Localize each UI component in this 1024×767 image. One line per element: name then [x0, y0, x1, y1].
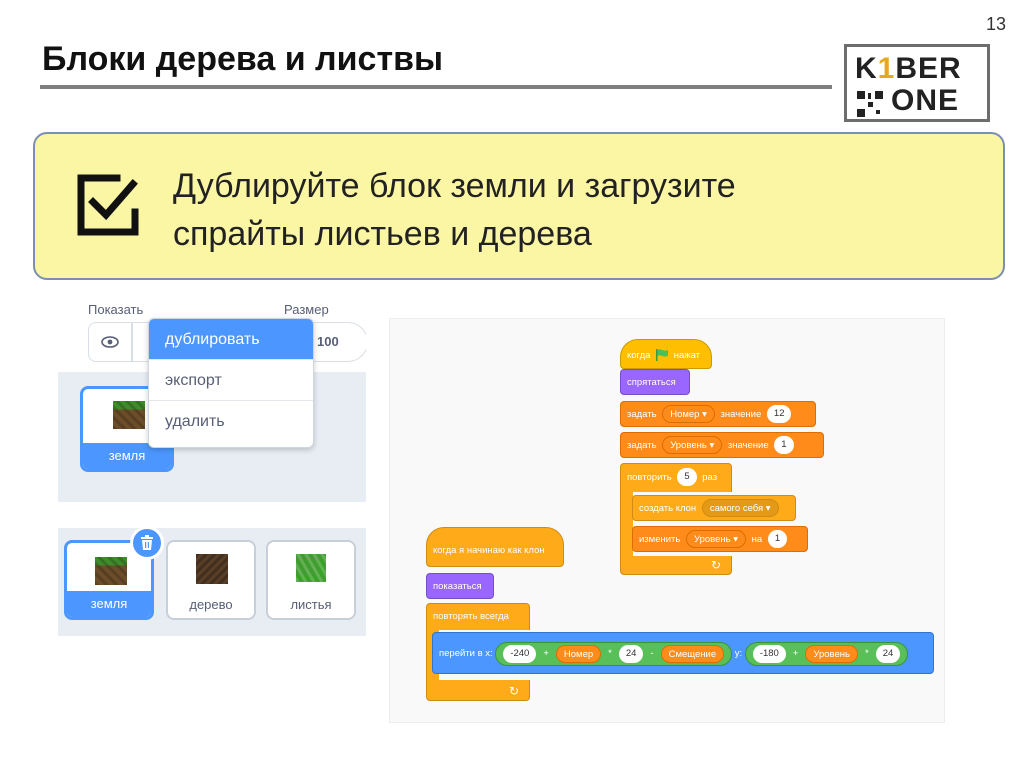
logo-line1: K1BER — [855, 52, 962, 85]
x-constant-input[interactable]: -240 — [503, 645, 537, 663]
ground-thumbnail — [113, 401, 145, 429]
wood-thumbnail — [196, 554, 228, 584]
leaves-thumbnail — [296, 554, 326, 582]
y-constant-input[interactable]: -180 — [752, 645, 786, 663]
loop-arrow-icon: ↻ — [710, 558, 721, 572]
block-go-to-xy[interactable]: перейти в x: -240 + Номер * 24 - Смещени… — [432, 632, 934, 674]
trash-icon — [141, 535, 153, 550]
show-label: Показать — [88, 302, 144, 317]
green-flag-icon — [656, 349, 669, 362]
block-hide[interactable]: спрятаться — [620, 369, 690, 395]
block-create-clone[interactable]: создать клон самого себя ▾ — [632, 495, 796, 521]
sprite-list: земля дерево листья — [58, 528, 366, 636]
eye-icon — [101, 336, 119, 348]
slide-title: Блоки дерева и листвы — [42, 40, 444, 78]
sprite-card-tree[interactable]: дерево — [166, 540, 256, 620]
logo-line2: ONE — [891, 84, 960, 117]
y-variable[interactable]: Уровень — [805, 645, 858, 663]
menu-item-delete[interactable]: удалить — [149, 401, 313, 442]
block-when-flag-clicked[interactable]: когда нажат — [620, 339, 712, 369]
block-change-level[interactable]: изменить Уровень ▾ на 1 — [632, 526, 808, 552]
qr-code-icon — [857, 91, 883, 117]
brand-logo: K1BER ONE — [844, 44, 990, 122]
clone-target-dropdown: самого себя ▾ — [701, 499, 779, 518]
block-set-number[interactable]: задать Номер ▾ значение 12 — [620, 401, 816, 427]
value-input[interactable]: 1 — [767, 530, 788, 549]
sprite-card-leaves[interactable]: листья — [266, 540, 356, 620]
expression-x: -240 + Номер * 24 - Смещение — [495, 642, 733, 666]
x-variable[interactable]: Номер — [555, 645, 602, 663]
sprite-context-menu: дублировать экспорт удалить — [148, 318, 314, 448]
instruction-text: Дублируйте блок земли и загрузите спрайт… — [173, 167, 736, 253]
value-input[interactable]: 12 — [766, 405, 792, 424]
checkbox-checked-icon — [77, 174, 139, 236]
sprite-name: листья — [290, 597, 332, 612]
variable-dropdown: Номер ▾ — [662, 405, 715, 424]
x-multiplier-input[interactable]: 24 — [618, 645, 644, 663]
code-workspace: когда нажат спрятаться задать Номер ▾ зн… — [389, 318, 945, 723]
value-input[interactable]: 1 — [774, 436, 794, 455]
repeat-count-input[interactable]: 5 — [677, 468, 697, 487]
variable-dropdown: Уровень ▾ — [662, 436, 723, 455]
variable-dropdown: Уровень ▾ — [685, 530, 747, 549]
menu-item-export[interactable]: экспорт — [149, 360, 313, 401]
title-rule — [40, 85, 832, 89]
delete-sprite-button[interactable] — [130, 526, 164, 560]
menu-item-duplicate[interactable]: дублировать — [149, 319, 313, 360]
sprite-name: земля — [67, 591, 151, 617]
loop-arrow-icon: ↻ — [508, 684, 519, 698]
sprite-name: дерево — [189, 597, 233, 612]
show-toggle[interactable] — [88, 322, 132, 362]
size-label: Размер — [284, 302, 329, 317]
ground-thumbnail — [95, 557, 127, 585]
block-when-start-as-clone[interactable]: когда я начинаю как клон — [426, 527, 564, 567]
block-set-level[interactable]: задать Уровень ▾ значение 1 — [620, 432, 824, 458]
expression-y: -180 + Уровень * 24 — [744, 642, 909, 666]
offset-variable[interactable]: Смещение — [660, 645, 725, 663]
page-number: 13 — [985, 14, 1006, 34]
block-show[interactable]: показаться — [426, 573, 494, 599]
instruction-box: Дублируйте блок земли и загрузите спрайт… — [33, 132, 1005, 280]
y-multiplier-input[interactable]: 24 — [875, 645, 901, 663]
